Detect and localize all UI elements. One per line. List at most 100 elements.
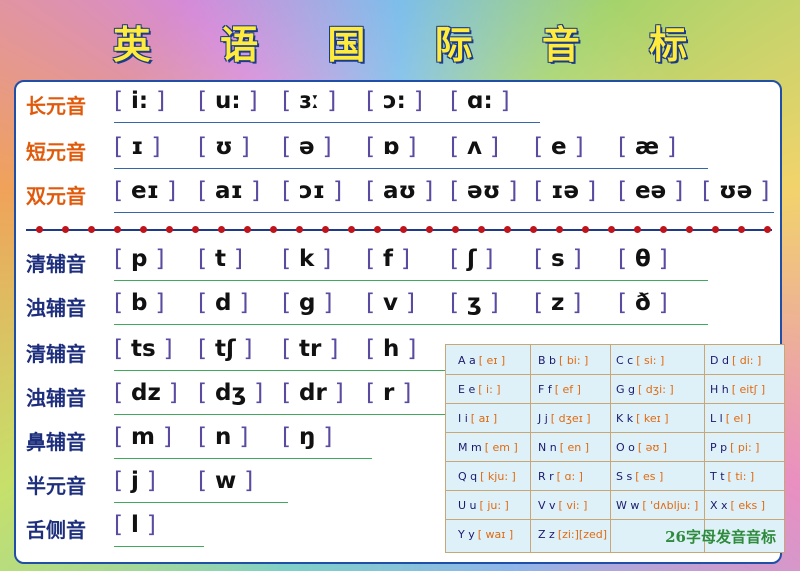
phonetic-symbol: [ʊ] <box>198 134 250 160</box>
row-label: 清辅音 <box>26 342 86 366</box>
phonetic-symbol: [æ] <box>618 134 677 160</box>
letter-ipa: [ dʒeɪ ] <box>550 412 591 425</box>
letter: C c <box>616 354 634 367</box>
phonetic-symbol: [əʊ] <box>450 178 518 204</box>
row-underline <box>114 414 456 415</box>
alphabet-cell: J j[ dʒeɪ ] <box>538 412 591 425</box>
symbol-value: æ <box>634 134 660 160</box>
divider-dot <box>36 226 43 233</box>
symbol-value: i: <box>130 88 149 114</box>
phonetic-symbol: [ts] <box>114 336 173 362</box>
divider-dot <box>426 226 433 233</box>
letter-ipa: [ el ] <box>725 412 752 425</box>
row-underline <box>114 280 708 281</box>
letter-ipa: [ es ] <box>635 470 664 483</box>
phonetic-symbol: [b] <box>114 290 165 316</box>
symbol-value: ɜː <box>298 88 320 114</box>
letter-ipa: [ vi: ] <box>558 499 588 512</box>
phonetic-symbol: [dʒ] <box>198 380 264 406</box>
symbol-value: k <box>298 246 315 272</box>
letter-ipa: [ ti: ] <box>727 470 755 483</box>
alphabet-cell: I i[ aɪ ] <box>458 412 497 425</box>
phonetic-symbol: [k] <box>282 246 332 272</box>
letter-ipa: [ keɪ ] <box>636 412 669 425</box>
row-label: 长元音 <box>26 94 86 118</box>
divider-dot <box>62 226 69 233</box>
symbol-value: aɪ <box>214 178 244 204</box>
phonetic-symbol: [eə] <box>618 178 684 204</box>
letter-ipa: [ kju: ] <box>480 470 516 483</box>
divider-dot <box>686 226 693 233</box>
letter: H h <box>710 383 729 396</box>
alphabet-cell: H h[ eitʃ ] <box>710 383 765 396</box>
letter-ipa: [ em ] <box>484 441 518 454</box>
alphabet-cell: D d[ di: ] <box>710 354 761 367</box>
divider-dot <box>556 226 563 233</box>
symbol-value: eə <box>634 178 667 204</box>
phonetic-symbol: [z] <box>534 290 582 316</box>
alphabet-cell: V v[ vi: ] <box>538 499 587 512</box>
symbol-value: r <box>382 380 395 406</box>
alphabet-cell: M m[ em ] <box>458 441 518 454</box>
row-underline <box>114 502 288 503</box>
letter-ipa: [ aɪ ] <box>470 412 498 425</box>
letter: M m <box>458 441 482 454</box>
row-label: 鼻辅音 <box>26 430 86 454</box>
alphabet-cell: S s[ es ] <box>616 470 663 483</box>
alphabet-cell: Q q[ kju: ] <box>458 470 516 483</box>
letter: Q q <box>458 470 478 483</box>
letter-ipa: [ ef ] <box>554 383 581 396</box>
row-label: 半元音 <box>26 474 86 498</box>
phonetic-symbol: [tʃ] <box>198 336 253 362</box>
alphabet-cell: A a[ eɪ ] <box>458 354 505 367</box>
symbol-value: n <box>214 424 232 450</box>
symbol-value: t <box>214 246 226 272</box>
divider-dot <box>192 226 199 233</box>
symbol-value: ts <box>130 336 156 362</box>
symbol-value: h <box>382 336 400 362</box>
symbol-value: ɪ <box>130 134 144 160</box>
phonetic-symbol: [ʊə] <box>702 178 770 204</box>
phonetic-symbol: [v] <box>366 290 415 316</box>
alphabet-cell: X x[ eks ] <box>710 499 765 512</box>
symbol-value: tr <box>298 336 322 362</box>
alphabet-cell: K k[ keɪ ] <box>616 412 669 425</box>
row-label: 浊辅音 <box>26 296 86 320</box>
symbol-value: p <box>130 246 148 272</box>
letter-ipa: [ bi: ] <box>559 354 589 367</box>
alphabet-cell: O o[ əʊ ] <box>616 441 667 454</box>
grid-line <box>446 519 784 520</box>
symbol-value: ɔ: <box>382 88 406 114</box>
divider-dot <box>244 226 251 233</box>
symbol-value: ʊə <box>718 178 753 204</box>
phonetic-symbol: [ʌ] <box>450 134 499 160</box>
divider-dot <box>348 226 355 233</box>
row-label: 清辅音 <box>26 252 86 276</box>
alphabet-caption: 26字母发音音标 <box>665 528 776 546</box>
phonetic-symbol: [g] <box>282 290 333 316</box>
divider-dot <box>114 226 121 233</box>
symbol-value: ʃ <box>466 246 477 272</box>
phonetic-symbol: [s] <box>534 246 582 272</box>
phonetic-symbol: [i:] <box>114 88 166 114</box>
letter: J j <box>538 412 548 425</box>
letter: A a <box>458 354 476 367</box>
phonetic-symbol: [aɪ] <box>198 178 261 204</box>
phonetic-symbol: [ɪ] <box>114 134 161 160</box>
divider-dot <box>296 226 303 233</box>
symbol-value: w <box>214 468 237 494</box>
letter-ipa: [ eɪ ] <box>478 354 506 367</box>
divider-dot <box>218 226 225 233</box>
symbol-value: ð <box>634 290 651 316</box>
alphabet-cell: Y y[ waɪ ] <box>458 528 513 541</box>
alphabet-cell: N n[ en ] <box>538 441 589 454</box>
phonetic-symbol: [tr] <box>282 336 339 362</box>
divider-dot <box>660 226 667 233</box>
row-underline <box>114 458 372 459</box>
divider-dot <box>88 226 95 233</box>
letter: B b <box>538 354 557 367</box>
phonetic-symbol: [ŋ] <box>282 424 333 450</box>
alphabet-cell: U u[ ju: ] <box>458 499 509 512</box>
alphabet-cell: F f[ ef ] <box>538 383 581 396</box>
letter-ipa: [ eks ] <box>730 499 765 512</box>
